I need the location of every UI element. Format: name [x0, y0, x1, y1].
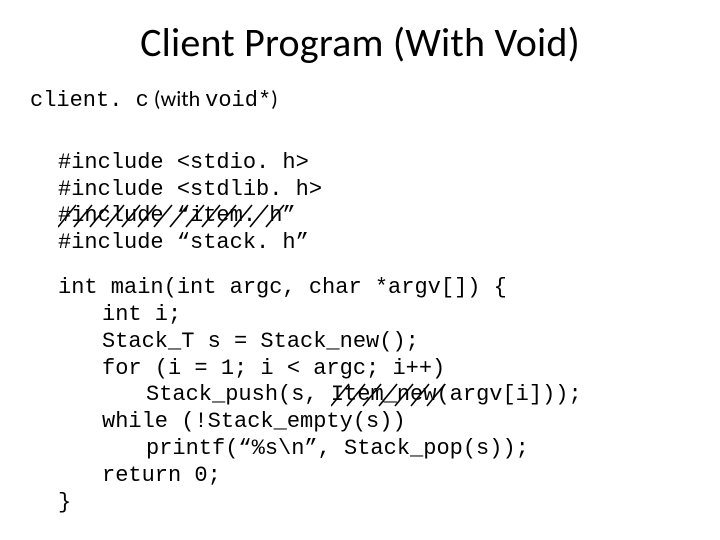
subtitle-open: (with [149, 85, 205, 112]
code-text: Item_new( [331, 382, 450, 407]
code-inline-struck: Item_new( [331, 382, 450, 409]
code-line: int main(int argc, char *argv[]) { [58, 275, 507, 300]
code-text: argv[i])); [450, 382, 582, 407]
subtitle-code: void* [205, 88, 271, 113]
code-line-struck: #include “item. h” [58, 203, 296, 230]
subtitle-close: ) [271, 85, 278, 112]
code-line: #include “stack. h” [58, 230, 309, 255]
code-line: } [58, 490, 71, 515]
code-line: return 0; [58, 463, 221, 490]
subtitle-file: client. c [30, 88, 149, 113]
code-text: Stack_push(s, [146, 382, 331, 407]
code-line: while (!Stack_empty(s)) [58, 409, 406, 436]
code-line: #include <stdlib. h> [58, 177, 322, 202]
code-line: for (i = 1; i < argc; i++) [58, 356, 445, 383]
code-line: int i; [58, 302, 181, 329]
slide-title: Client Program (With Void) [30, 18, 690, 67]
code-text: #include “item. h” [58, 203, 296, 228]
code-line: #include <stdio. h> [58, 150, 309, 175]
code-block: #include <stdio. h> #include <stdlib. h>… [58, 123, 690, 540]
code-line: Stack_T s = Stack_new(); [58, 329, 419, 356]
code-line: Stack_push(s, Item_new(argv[i])); [58, 382, 582, 409]
code-line: printf(“%s\n”, Stack_pop(s)); [58, 436, 529, 463]
subtitle: client. c (with void*) [30, 85, 690, 113]
slide: Client Program (With Void) client. c (wi… [0, 0, 720, 540]
blank-line [58, 257, 690, 275]
